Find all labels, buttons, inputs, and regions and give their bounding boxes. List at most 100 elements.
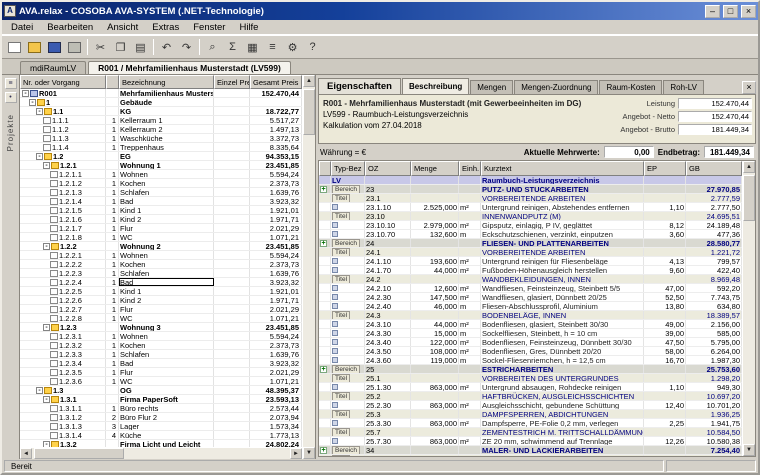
lv-row[interactable]: Titel24.1VORBEREITENDE ARBEITEN1.221,72 bbox=[319, 248, 742, 257]
close-button[interactable]: × bbox=[741, 5, 756, 18]
tree-row[interactable]: 1.2.2.11Wohnen5.594,24 bbox=[20, 251, 302, 260]
tree-row[interactable]: 1.2.1.21Kochen2.373,73 bbox=[20, 179, 302, 188]
tree-row[interactable]: 1.2.2.51Kind 11.921,01 bbox=[20, 287, 302, 296]
expand-toggle-icon[interactable]: - bbox=[43, 324, 50, 331]
tab-mengen[interactable]: Mengen bbox=[470, 80, 513, 94]
pin-icon[interactable]: • bbox=[5, 92, 17, 103]
scroll-down-icon[interactable]: ▼ bbox=[303, 447, 315, 459]
tree-row[interactable]: 1.2.2.61Kind 21.971,71 bbox=[20, 296, 302, 305]
tree-grid-vscrollbar[interactable]: ▲ ▼ bbox=[302, 75, 315, 459]
tree-row[interactable]: 1.2.3.51Flur2.021,29 bbox=[20, 368, 302, 377]
tree-row[interactable]: 1.2.1.31Schlafen1.639,76 bbox=[20, 188, 302, 197]
lv-row[interactable]: +Bereich24FLIESEN- UND PLATTENARBEITEN28… bbox=[319, 239, 742, 248]
vscroll-thumb[interactable] bbox=[303, 89, 315, 135]
tree-row[interactable]: -1.2EG94.353,15 bbox=[20, 152, 302, 161]
tree-grid-hscrollbar[interactable]: ◄ ► bbox=[20, 447, 302, 459]
copy-icon[interactable]: ❐ bbox=[111, 38, 130, 57]
maximize-button[interactable]: □ bbox=[723, 5, 738, 18]
summary-field-value[interactable]: 152.470,44 bbox=[678, 98, 752, 109]
column-header-menge[interactable] bbox=[106, 75, 119, 89]
lv-row[interactable]: Titel25.2HAFTBRÜCKEN, AUSGLEICHSSCHICHTE… bbox=[319, 392, 742, 401]
tree-row[interactable]: 1.2.1.11Wohnen5.594,24 bbox=[20, 170, 302, 179]
tab-beschreibung[interactable]: Beschreibung bbox=[402, 78, 469, 94]
lv-row[interactable]: Titel34.1INNENFLÄCHEN, TAPETEN7.254,40 bbox=[319, 455, 742, 456]
lv-row[interactable]: 24.3.1044,000m²Bodenfliesen, glasiert, S… bbox=[319, 320, 742, 329]
lv-row[interactable]: Titel24.3BODENBELÄGE, INNEN18.389,57 bbox=[319, 311, 742, 320]
column-header-nr[interactable]: Nr. oder Vorgang bbox=[20, 75, 106, 89]
tree-row[interactable]: 1.2.2.81WC1.071,21 bbox=[20, 314, 302, 323]
expand-plus-icon[interactable]: + bbox=[320, 240, 327, 247]
tree-row[interactable]: 1.3.1.11Büro rechts2.573,44 bbox=[20, 404, 302, 413]
tree-row[interactable]: 1.2.3.61WC1.071,21 bbox=[20, 377, 302, 386]
lv-row[interactable]: 23.10.70132,600mEckschutzschienen, verzi… bbox=[319, 230, 742, 239]
column-header-gb[interactable]: GB bbox=[686, 161, 742, 176]
lv-row[interactable]: +Bereich25ESTRICHARBEITEN25.753,60 bbox=[319, 365, 742, 374]
menu-item-ansicht[interactable]: Ansicht bbox=[100, 21, 145, 34]
lv-row[interactable]: +Bereich23PUTZ- UND STUCKARBEITEN27.970,… bbox=[319, 185, 742, 194]
lv-row[interactable]: Titel23.1VORBEREITENDE ARBEITEN2.777,59 bbox=[319, 194, 742, 203]
lv-row[interactable]: Titel25.7ZEMENTESTRICH M. TRITTSCHALLDÄM… bbox=[319, 428, 742, 437]
column-header-typ[interactable]: Typ-Bez bbox=[331, 161, 365, 176]
tree-row[interactable]: -1.2.3Wohnung 323.451,85 bbox=[20, 323, 302, 332]
tree-row[interactable]: 1.2.1.41Bad3.923,32 bbox=[20, 197, 302, 206]
paste-icon[interactable]: ▤ bbox=[131, 38, 150, 57]
tree-row[interactable]: 1.1.11Kellerraum 15.517,27 bbox=[20, 116, 302, 125]
tree-row[interactable]: 1.2.1.81WC1.071,21 bbox=[20, 233, 302, 242]
scroll-up-icon[interactable]: ▲ bbox=[743, 161, 755, 173]
explorer-toggle-icon[interactable]: ≡ bbox=[5, 78, 17, 89]
tree-row[interactable]: 1.2.2.31Schlafen1.639,76 bbox=[20, 269, 302, 278]
tree-row[interactable]: -1.1KG18.722,77 bbox=[20, 107, 302, 116]
expand-plus-icon[interactable]: + bbox=[320, 186, 327, 193]
tree-row[interactable]: 1.2.3.11Wohnen5.594,24 bbox=[20, 332, 302, 341]
tab-raum-kosten[interactable]: Raum-Kosten bbox=[599, 80, 662, 94]
lv-row[interactable]: Titel23.10INNENWANDPUTZ (M)24.695,51 bbox=[319, 212, 742, 221]
print-icon[interactable] bbox=[65, 38, 84, 57]
expand-toggle-icon[interactable]: - bbox=[36, 153, 43, 160]
lv-row[interactable]: 24.2.1012,600m²Wandfliesen, Feinsteinzeu… bbox=[319, 284, 742, 293]
sum-icon[interactable]: Σ bbox=[223, 38, 242, 57]
column-header-bezeichnung[interactable]: Bezeichnung bbox=[119, 75, 214, 89]
tree-row[interactable]: 1.2.2.41Bad3.923,32 bbox=[20, 278, 302, 287]
lv-row[interactable]: Titel25.3DAMPFSPERREN, ABDICHTUNGEN1.936… bbox=[319, 410, 742, 419]
lv-row[interactable]: 23.10.102.979,000m²Gipsputz, einlagig, P… bbox=[319, 221, 742, 230]
minimize-button[interactable]: – bbox=[705, 5, 720, 18]
expand-toggle-icon[interactable]: - bbox=[22, 90, 29, 97]
table-icon[interactable]: ▦ bbox=[243, 38, 262, 57]
tree-row[interactable]: -1.3.1Firma PaperSoft23.593,13 bbox=[20, 395, 302, 404]
lv-row[interactable]: 25.3.30863,000m²Dampfsperre, PE-Folie 0,… bbox=[319, 419, 742, 428]
menu-item-fenster[interactable]: Fenster bbox=[186, 21, 232, 34]
list-icon[interactable]: ≡ bbox=[263, 38, 282, 57]
lv-row[interactable]: 25.2.30863,000m²Ausgleichsschicht, gebun… bbox=[319, 401, 742, 410]
scroll-right-icon[interactable]: ► bbox=[290, 448, 302, 459]
column-header-kurztext[interactable]: Kurztext bbox=[481, 161, 644, 176]
menu-item-hilfe[interactable]: Hilfe bbox=[232, 21, 265, 34]
expand-plus-icon[interactable]: + bbox=[320, 447, 327, 454]
expand-toggle-icon[interactable]: - bbox=[36, 108, 43, 115]
tree-row[interactable]: 1.1.31Waschküche3.372,73 bbox=[20, 134, 302, 143]
lv-row[interactable]: 25.1.30863,000m²Untergrund absaugen, Roh… bbox=[319, 383, 742, 392]
column-header-oz[interactable]: OZ bbox=[365, 161, 411, 176]
column-header-ep[interactable]: EP bbox=[644, 161, 686, 176]
lv-row[interactable]: 24.3.50108,000m²Bodenfliesen, Gres, Dünn… bbox=[319, 347, 742, 356]
tree-row[interactable]: 1.2.3.21Kochen2.373,73 bbox=[20, 341, 302, 350]
redo-icon[interactable]: ↷ bbox=[177, 38, 196, 57]
tree-row[interactable]: 1.2.1.51Kind 11.921,01 bbox=[20, 206, 302, 215]
tree-row[interactable]: 1.1.21Kellerraum 21.497,13 bbox=[20, 125, 302, 134]
tree-row[interactable]: -1.3OG48.395,37 bbox=[20, 386, 302, 395]
column-header-menge[interactable]: Menge bbox=[411, 161, 459, 176]
tree-row[interactable]: 1.2.2.21Kochen2.373,73 bbox=[20, 260, 302, 269]
open-folder-icon[interactable] bbox=[25, 38, 44, 57]
lv-row[interactable]: +Bereich34MALER- UND LACKIERARBEITEN7.25… bbox=[319, 446, 742, 455]
tree-row[interactable]: -1.2.2Wohnung 223.451,85 bbox=[20, 242, 302, 251]
lv-table-vscrollbar[interactable]: ▲ ▼ bbox=[742, 161, 755, 456]
search-icon[interactable]: ⌕ bbox=[203, 38, 222, 57]
lv-row[interactable]: 24.1.10193,600m²Untergrund reinigen für … bbox=[319, 257, 742, 266]
tree-row[interactable]: 1.2.3.41Bad3.923,32 bbox=[20, 359, 302, 368]
tree-row[interactable]: -R001Mehrfamilienhaus Musterstadt152.470… bbox=[20, 89, 302, 98]
expand-toggle-icon[interactable]: - bbox=[29, 99, 36, 106]
vscroll-thumb[interactable] bbox=[743, 175, 755, 221]
new-document-icon[interactable] bbox=[5, 38, 24, 57]
scroll-up-icon[interactable]: ▲ bbox=[303, 75, 315, 87]
undo-icon[interactable]: ↶ bbox=[157, 38, 176, 57]
scroll-down-icon[interactable]: ▼ bbox=[743, 444, 755, 456]
